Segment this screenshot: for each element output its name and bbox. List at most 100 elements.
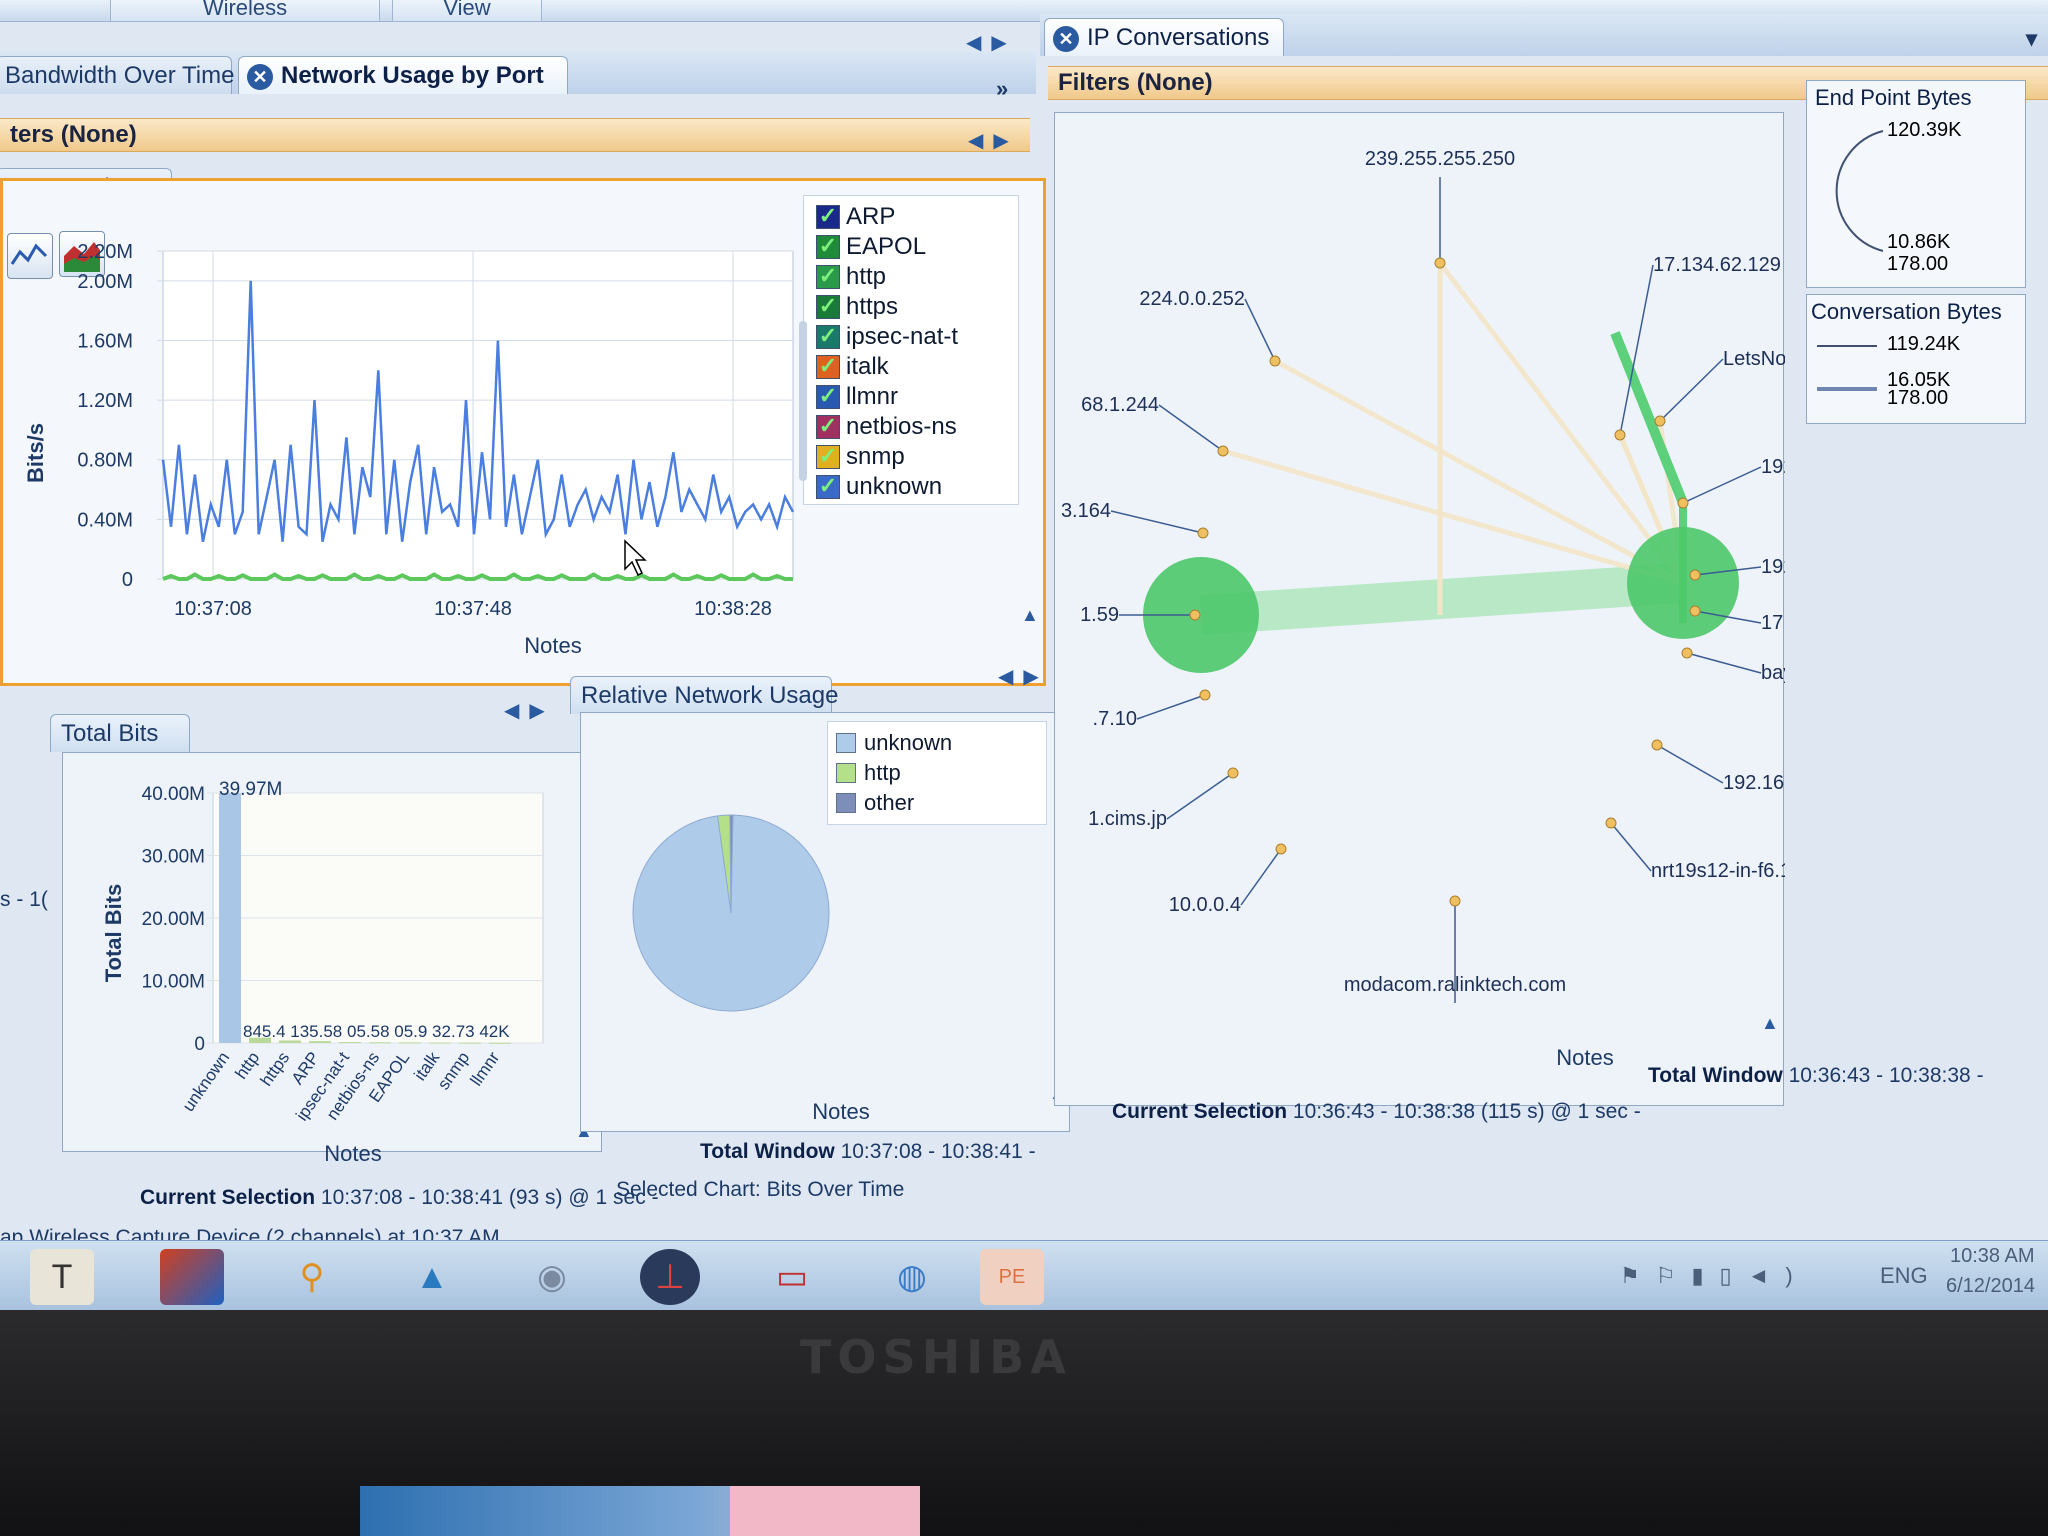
checkbox-icon[interactable]: ✓ [816,205,840,229]
conversation-link-green[interactable] [1610,331,1688,505]
left-tabbar: Bandwidth Over Time ✕ Network Usage by Po… [0,52,1036,94]
graph-notes[interactable]: Notes [1535,1045,1635,1071]
chevron-down-icon[interactable]: ▾ [2026,26,2037,52]
y-tick-label: 0 [194,1034,205,1055]
relative-nav-arrows[interactable]: ◀▶ [998,664,1049,689]
endpoint-size-icon [1835,130,1884,252]
pie-legend-item-other[interactable]: other [836,788,914,818]
input-language[interactable]: ENG [1880,1263,1928,1289]
ribbon-tab-wireless[interactable]: Wireless [110,0,380,22]
tab-bandwidth-over-time[interactable]: Bandwidth Over Time [0,56,234,94]
clock-time[interactable]: 10:38 AM [1950,1245,2035,1268]
left-filter-bar[interactable]: ters (None) [0,118,1030,152]
endpoint-node[interactable] [1654,415,1666,427]
legend-item-EAPOL[interactable]: ✓ EAPOL [816,232,926,262]
y-tick-label: 10.00M [142,972,205,993]
text-app-icon[interactable]: T [30,1249,94,1305]
endpoint-node[interactable] [1689,569,1701,581]
bar-snmp[interactable] [459,1042,481,1044]
total-bits-nav-arrows[interactable]: ◀▶ [504,698,555,723]
bar-ipsec-nat-t[interactable] [339,1042,361,1044]
left-nav-arrows[interactable]: ◀▶ [966,30,1017,55]
legend-item-ipsec-nat-t[interactable]: ✓ ipsec-nat-t [816,322,958,352]
legend-item-https[interactable]: ✓ https [816,292,898,322]
system-tray-icons[interactable]: ⚑⚐▮▯◄) [1620,1263,1809,1289]
collapse-up-icon[interactable]: ▲ [1021,605,1039,626]
total-bits-notes[interactable]: Notes [303,1141,403,1167]
endpoint-node[interactable] [1217,445,1229,457]
shark-fin-icon[interactable]: ▲ [400,1249,464,1305]
ribbon-tab-view[interactable]: View [392,0,542,22]
relative-usage-pie[interactable] [621,803,841,1023]
legend-scrollbar[interactable] [799,321,807,481]
checkbox-icon[interactable]: ✓ [816,355,840,379]
checkbox-icon[interactable]: ✓ [816,415,840,439]
clock-date[interactable]: 6/12/2014 [1946,1275,2035,1298]
ip-conversation-graph[interactable]: 239.255.255.250 224.0.0.252 17.134.62.129 L… [1055,113,1804,1107]
endpoint-node-hub-right[interactable] [1627,527,1739,639]
close-icon[interactable]: ✕ [247,63,273,90]
endpoint-node[interactable] [1614,429,1626,441]
subtab-total-bits[interactable]: Total Bits [50,714,190,752]
checkbox-icon[interactable]: ✓ [816,445,840,469]
checkbox-icon[interactable]: ✓ [816,385,840,409]
eye-icon[interactable]: ◉ [520,1249,584,1305]
pie-legend-item-unknown[interactable]: unknown [836,728,952,758]
legend-item-llmnr[interactable]: ✓ llmnr [816,382,898,412]
bar-EAPOL[interactable] [399,1042,421,1044]
endpoint-node[interactable] [1689,605,1701,617]
endpoint-node[interactable] [1269,355,1281,367]
endpoint-node[interactable] [1434,257,1446,269]
app-icon[interactable] [160,1249,224,1305]
close-icon[interactable]: ✕ [1053,25,1079,52]
endpoint-node[interactable] [1197,527,1209,539]
conversation-link[interactable] [1222,448,1684,586]
legend-swatch [836,733,856,753]
bar-ARP[interactable] [309,1041,331,1043]
subtab-relative-usage[interactable]: Relative Network Usage [570,676,838,714]
collapse-up-icon[interactable]: ▲ [1761,1013,1779,1034]
side-fragment: s - 1( [0,888,48,911]
network-card-icon[interactable]: ▭ [760,1249,824,1305]
antenna-icon[interactable]: ⊥ [640,1249,700,1305]
conversation-link[interactable] [1273,358,1685,586]
bar-llmnr[interactable] [489,1042,511,1044]
endpoint-node[interactable] [1189,609,1201,621]
relative-usage-legend: unknown http other [827,721,1047,825]
endpoint-label: 1.cims.jp [1088,808,1167,830]
checkbox-icon[interactable]: ✓ [816,265,840,289]
endpoint-node[interactable] [1681,647,1693,659]
endpoint-label: 192.168 [1723,772,1785,794]
legend-item-italk[interactable]: ✓ italk [816,352,889,382]
tab-network-usage-by-port[interactable]: ✕ Network Usage by Port [238,56,568,94]
globe-icon[interactable]: ◍ [880,1249,944,1305]
legend-item-netbios-ns[interactable]: ✓ netbios-ns [816,412,957,442]
checkbox-icon[interactable]: ✓ [816,325,840,349]
tab-ip-conversations[interactable]: ✕ IP Conversations [1044,18,1284,56]
checkbox-icon[interactable]: ✓ [816,295,840,319]
legend-item-ARP[interactable]: ✓ ARP [816,202,895,232]
relative-notes[interactable]: Notes [791,1099,891,1125]
endpoint-node[interactable] [1449,895,1461,907]
legend-item-http[interactable]: ✓ http [816,262,886,292]
legend-item-snmp[interactable]: ✓ snmp [816,442,905,472]
filter-nav-arrows[interactable]: ◀▶ [968,128,1019,153]
bar-italk[interactable] [429,1042,451,1044]
endpoint-node[interactable] [1651,739,1663,751]
pie-legend-item-http[interactable]: http [836,758,901,788]
endpoint-node[interactable] [1227,767,1239,779]
chevron-down-icon[interactable]: » [996,76,1008,102]
bits-notes[interactable]: Notes [503,633,603,659]
endpoint-node[interactable] [1605,817,1617,829]
signal-icon[interactable]: ⚲ [280,1249,344,1305]
legend-item-unknown[interactable]: ✓ unknown [816,472,942,502]
endpoint-node[interactable] [1677,497,1689,509]
checkbox-icon[interactable]: ✓ [816,235,840,259]
total-bits-chart[interactable]: Total Bits 40.00M 30.00M 20.00M 10.00M 0unkn… [63,753,603,1153]
checkbox-icon[interactable]: ✓ [816,475,840,499]
bar-netbios-ns[interactable] [369,1042,391,1044]
endpoint-node[interactable] [1199,689,1211,701]
presentation-icon[interactable]: PE [980,1249,1044,1305]
endpoint-node[interactable] [1275,843,1287,855]
bar-unknown[interactable] [219,793,241,1043]
